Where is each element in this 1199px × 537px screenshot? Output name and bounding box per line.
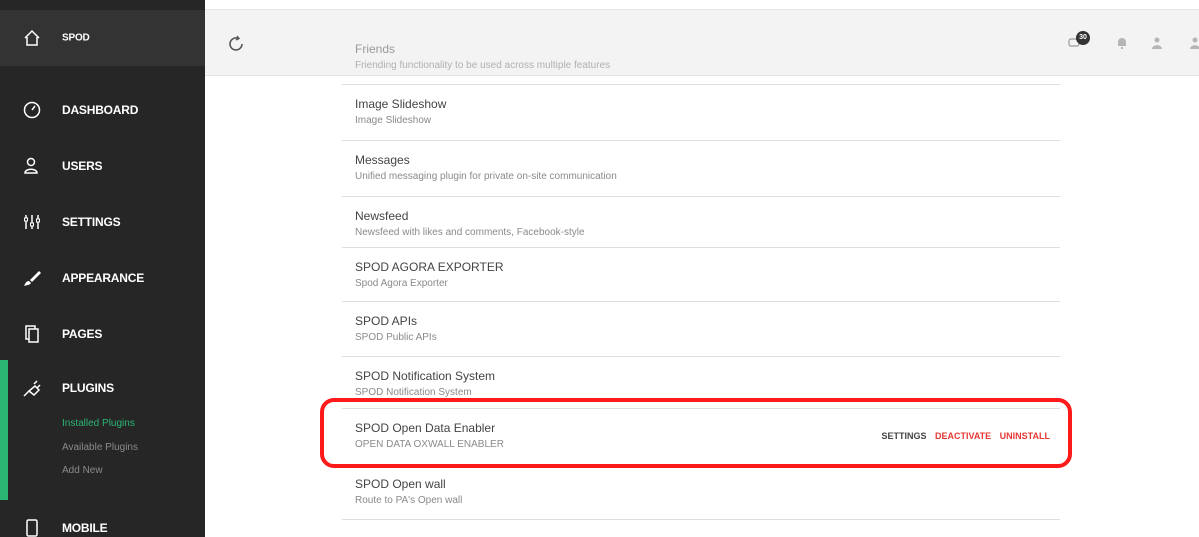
user-icon[interactable]: [1150, 36, 1164, 50]
user-icon[interactable]: [1188, 36, 1199, 50]
bell-icon[interactable]: [1115, 36, 1129, 50]
plugin-title: SPOD Notification System: [355, 369, 496, 383]
plugin-title: SPOD APIs: [355, 314, 418, 328]
sidebar-item-settings[interactable]: SETTINGS: [0, 194, 205, 250]
sidebar-item-label: DASHBOARD: [62, 103, 139, 117]
plugin-desc: Image Slideshow: [355, 115, 432, 126]
plugin-desc: SPOD Notification System: [355, 387, 472, 398]
plugin-title: Newsfeed: [355, 209, 409, 223]
sliders-icon: [22, 212, 42, 232]
sidebar-item-pages[interactable]: PAGES: [0, 306, 205, 362]
plugin-desc: SPOD Public APIs: [355, 332, 437, 343]
brush-icon: [22, 268, 42, 288]
plugin-title: SPOD AGORA EXPORTER: [355, 260, 504, 274]
dashboard-icon: [22, 100, 42, 120]
brand-label: SPOD: [62, 32, 90, 44]
plugin-row-agora-exporter[interactable]: SPOD AGORA EXPORTER Spod Agora Exporter: [342, 248, 1060, 302]
submenu-available-plugins[interactable]: Available Plugins: [62, 442, 138, 453]
plug-icon: [22, 378, 42, 398]
plugin-row-newsfeed[interactable]: Newsfeed Newsfeed with likes and comment…: [342, 197, 1060, 248]
plugin-row-open-wall[interactable]: SPOD Open wall Route to PA's Open wall: [342, 465, 1060, 520]
plugin-title: SPOD Open wall: [355, 477, 446, 491]
plugin-desc: Route to PA's Open wall: [355, 495, 463, 506]
submenu-installed-plugins[interactable]: Installed Plugins: [62, 418, 135, 429]
home-icon: [22, 28, 42, 48]
sidebar-item-users[interactable]: USERS: [0, 138, 205, 194]
sidebar-item-mobile[interactable]: MOBILE: [0, 500, 205, 537]
sidebar-item-appearance[interactable]: APPEARANCE: [0, 250, 205, 306]
plugin-row-friends[interactable]: Friends Friending functionality to be us…: [342, 30, 1060, 85]
plugin-title: Image Slideshow: [355, 97, 447, 111]
plugin-desc: Friending functionality to be used acros…: [355, 60, 611, 71]
sidebar-item-label: APPEARANCE: [62, 271, 145, 285]
pages-icon: [22, 324, 42, 344]
plugin-row-apis[interactable]: SPOD APIs SPOD Public APIs: [342, 302, 1060, 357]
notification-badge: 30: [1076, 31, 1090, 45]
sidebar-item-label: PAGES: [62, 327, 103, 341]
plugin-desc: Newsfeed with likes and comments, Facebo…: [355, 227, 585, 238]
sidebar-item-label: USERS: [62, 159, 103, 173]
sidebar-item-label: PLUGINS: [62, 381, 114, 395]
highlight-box: [320, 398, 1072, 468]
plugin-desc: Unified messaging plugin for private on-…: [355, 171, 617, 182]
sidebar-item-label: MOBILE: [62, 521, 108, 535]
plugin-title: Messages: [355, 153, 410, 167]
plugin-row-image-slideshow[interactable]: Image Slideshow Image Slideshow: [342, 85, 1060, 141]
submenu-add-new[interactable]: Add New: [62, 465, 103, 476]
plugin-desc: Spod Agora Exporter: [355, 278, 448, 289]
sidebar-item-label: SETTINGS: [62, 215, 121, 229]
users-icon: [22, 156, 42, 176]
plugin-row-messages[interactable]: Messages Unified messaging plugin for pr…: [342, 141, 1060, 197]
sidebar-brand[interactable]: SPOD: [0, 10, 205, 66]
mobile-icon: [22, 518, 42, 537]
loading-spinner-icon: [226, 34, 246, 54]
top-edge: [205, 0, 1199, 10]
plugin-title: Friends: [355, 42, 396, 56]
sidebar: SPOD DASHBOARD USERS SETTINGS APPEARANCE…: [0, 0, 205, 537]
sidebar-item-plugins[interactable]: PLUGINS: [0, 360, 205, 416]
sidebar-item-dashboard[interactable]: DASHBOARD: [0, 82, 205, 138]
